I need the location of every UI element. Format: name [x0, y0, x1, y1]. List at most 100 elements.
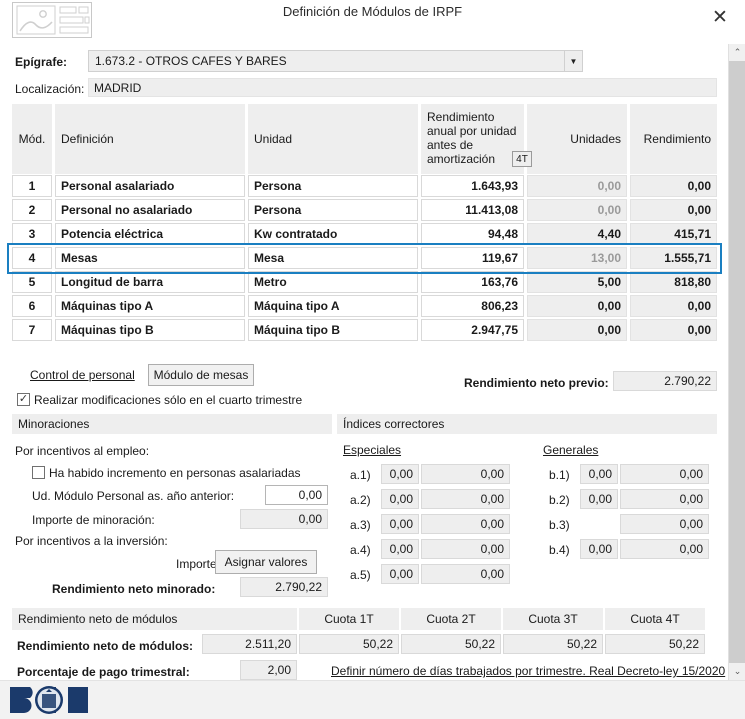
cell-definicion: Personal no asalariado: [55, 199, 245, 221]
importe-minoracion-value: 0,00: [240, 509, 328, 529]
cell-rendimiento-unidad: 11.413,08: [421, 199, 524, 221]
cell-rendimiento[interactable]: 415,71: [630, 223, 717, 245]
cell-unidades[interactable]: 0,00: [527, 295, 627, 317]
cell-unidad: Persona: [248, 199, 418, 221]
epigrafe-label: Epígrafe:: [15, 55, 68, 69]
definir-dias-link[interactable]: Definir número de días trabajados por tr…: [331, 664, 725, 678]
incremento-asalariadas-label: Ha habido incremento en personas asalari…: [49, 466, 301, 480]
th-rendimiento-unidad: Rendimiento anual por unidad antes de am…: [421, 104, 524, 174]
generales-link[interactable]: Generales: [543, 443, 598, 457]
general-coef-4[interactable]: 0,00: [580, 539, 618, 559]
modulo-mesas-button[interactable]: Módulo de mesas: [148, 364, 254, 386]
ud-modulo-personal-input[interactable]: 0,00: [265, 485, 328, 505]
cell-unidades[interactable]: 4,40: [527, 223, 627, 245]
general-coef-2[interactable]: 0,00: [580, 489, 618, 509]
table-row[interactable]: 7 Máquinas tipo B Máquina tipo B 2.947,75 0,…: [12, 318, 717, 342]
cell-rendimiento[interactable]: 1.555,71: [630, 247, 717, 269]
cell-mod: 1: [12, 175, 52, 197]
general-value-1: 0,00: [620, 464, 709, 484]
cuarto-trimestre-label: Realizar modificaciones sólo en el cuart…: [34, 393, 303, 407]
close-icon[interactable]: ✕: [703, 2, 737, 32]
rendimiento-modulos-label: Rendimiento neto de módulos:: [17, 639, 193, 653]
incremento-asalariadas-checkbox[interactable]: [32, 466, 45, 479]
general-value-4: 0,00: [620, 539, 709, 559]
cell-mod: 7: [12, 319, 52, 341]
table-row[interactable]: 3 Potencia eléctrica Kw contratado 94,48 4,4…: [12, 222, 717, 246]
por-incentivos-inversion-label: Por incentivos a la inversión:: [15, 534, 168, 548]
title-bar: Definición de Módulos de IRPF ✕: [0, 0, 745, 40]
cell-definicion: Máquinas tipo B: [55, 319, 245, 341]
especial-coef-1[interactable]: 0,00: [381, 464, 419, 484]
especiales-link[interactable]: Especiales: [343, 443, 401, 457]
table-row[interactable]: 6 Máquinas tipo A Máquina tipo A 806,23 0,00…: [12, 294, 717, 318]
epigrafe-value: 1.673.2 - OTROS CAFES Y BARES: [95, 54, 287, 68]
cell-unidad: Máquina tipo B: [248, 319, 418, 341]
cell-mod: 4: [12, 247, 52, 269]
especial-value-2: 0,00: [421, 489, 510, 509]
cell-rendimiento[interactable]: 0,00: [630, 175, 717, 197]
especial-value-5: 0,00: [421, 564, 510, 584]
vertical-scrollbar[interactable]: ⌃ ⌄: [728, 44, 745, 680]
general-key-1: b.1): [549, 468, 570, 482]
cell-unidades[interactable]: 0,00: [527, 199, 627, 221]
cell-unidades[interactable]: 0,00: [527, 175, 627, 197]
check-mark-icon: ✓: [18, 393, 29, 405]
cell-rendimiento[interactable]: 0,00: [630, 295, 717, 317]
cell-definicion: Longitud de barra: [55, 271, 245, 293]
cell-rendimiento-unidad: 119,67: [421, 247, 524, 269]
general-key-4: b.4): [549, 543, 570, 557]
epigrafe-select[interactable]: 1.673.2 - OTROS CAFES Y BARES ▼: [88, 50, 583, 72]
cell-unidad: Máquina tipo A: [248, 295, 418, 317]
scroll-up-icon[interactable]: ⌃: [729, 44, 745, 61]
cell-unidades[interactable]: 5,00: [527, 271, 627, 293]
window-title: Definición de Módulos de IRPF: [282, 4, 463, 19]
importe-label: Importe:: [176, 557, 221, 571]
importe-minoracion-label: Importe de minoración:: [32, 513, 155, 527]
cell-unidades[interactable]: 0,00: [527, 319, 627, 341]
boe-logo: [8, 684, 90, 716]
cell-unidad: Metro: [248, 271, 418, 293]
rendimiento-neto-minorado-label: Rendimiento neto minorado:: [52, 582, 216, 596]
cell-definicion: Mesas: [55, 247, 245, 269]
cuota-header-4: Cuota 4T: [605, 608, 705, 630]
cuarto-trimestre-checkbox[interactable]: ✓: [17, 393, 30, 406]
control-personal-link[interactable]: Control de personal: [30, 368, 135, 382]
especial-coef-2[interactable]: 0,00: [381, 489, 419, 509]
th-definicion: Definición: [55, 104, 245, 174]
cell-rendimiento[interactable]: 0,00: [630, 199, 717, 221]
cell-rendimiento-unidad: 94,48: [421, 223, 524, 245]
table-row[interactable]: 5 Longitud de barra Metro 163,76 5,00 818,80: [12, 270, 717, 294]
bottom-band-title: Rendimiento neto de módulos: [12, 608, 297, 630]
chevron-down-icon[interactable]: ▼: [564, 51, 582, 71]
especial-key-3: a.3): [350, 518, 371, 532]
especial-key-1: a.1): [350, 468, 371, 482]
table-row[interactable]: 4 Mesas Mesa 119,67 13,00 1.555,71: [12, 246, 717, 270]
general-value-2: 0,00: [620, 489, 709, 509]
especial-coef-3[interactable]: 0,00: [381, 514, 419, 534]
cell-unidades[interactable]: 13,00: [527, 247, 627, 269]
porcentaje-pago-value: 2,00: [240, 660, 297, 680]
cell-rendimiento[interactable]: 818,80: [630, 271, 717, 293]
cell-rendimiento-unidad: 163,76: [421, 271, 524, 293]
scrollbar-thumb[interactable]: [729, 61, 745, 663]
cuota-value-3: 50,22: [503, 634, 603, 654]
general-key-3: b.3): [549, 518, 570, 532]
cuota-header-1: Cuota 1T: [299, 608, 399, 630]
quarter-badge: 4T: [512, 151, 532, 167]
rendimiento-neto-previo-value: 2.790,22: [613, 371, 717, 391]
rendimiento-modulos-value: 2.511,20: [202, 634, 297, 654]
table-row[interactable]: 1 Personal asalariado Persona 1.643,93 0,00 0…: [12, 174, 717, 198]
cell-rendimiento[interactable]: 0,00: [630, 319, 717, 341]
th-mod: Mód.: [12, 104, 52, 174]
cell-definicion: Potencia eléctrica: [55, 223, 245, 245]
especial-coef-5[interactable]: 0,00: [381, 564, 419, 584]
table-row[interactable]: 2 Personal no asalariado Persona 11.413,08 0…: [12, 198, 717, 222]
especial-coef-4[interactable]: 0,00: [381, 539, 419, 559]
footer-bar: Ver en vista previa Copiar al portapapel…: [0, 680, 745, 719]
cuota-value-1: 50,22: [299, 634, 399, 654]
cell-definicion: Personal asalariado: [55, 175, 245, 197]
general-coef-1[interactable]: 0,00: [580, 464, 618, 484]
scroll-down-icon[interactable]: ⌄: [729, 663, 745, 680]
localizacion-value: MADRID: [88, 78, 717, 97]
asignar-valores-button[interactable]: Asignar valores: [215, 550, 317, 574]
